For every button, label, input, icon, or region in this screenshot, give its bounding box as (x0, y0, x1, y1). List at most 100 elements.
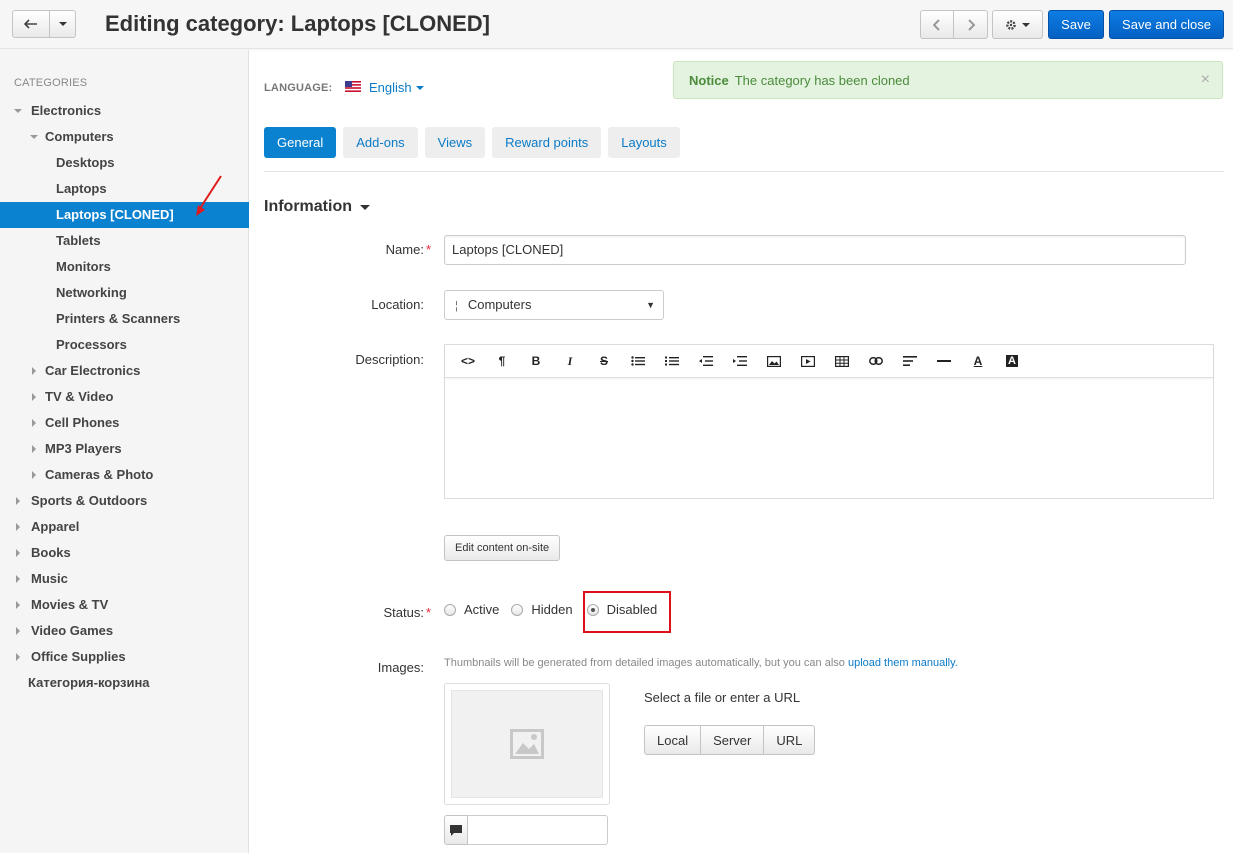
back-dropdown-button[interactable] (50, 10, 76, 38)
sidebar-heading: CATEGORIES (14, 77, 88, 89)
table-icon[interactable] (825, 349, 859, 373)
sidebar-item[interactable]: Sports & Outdoors (0, 488, 249, 514)
status-label: Status: * (271, 605, 431, 620)
sidebar-item[interactable]: Car Electronics (0, 358, 249, 384)
sidebar-item-label: Books (31, 545, 71, 560)
tab-views[interactable]: Views (424, 127, 486, 158)
language-selector[interactable]: English (369, 80, 424, 95)
location-select[interactable]: ¦ Computers ▼ (444, 290, 664, 320)
paragraph-icon[interactable]: ¶ (485, 349, 519, 373)
bulleted-list-icon[interactable] (621, 349, 655, 373)
sidebar-item[interactable]: Movies & TV (0, 592, 249, 618)
sidebar-item[interactable]: Printers & Scanners (0, 306, 249, 332)
collapse-toggle-icon[interactable] (32, 367, 36, 375)
numbered-list-icon[interactable] (655, 349, 689, 373)
collapse-toggle-icon[interactable] (16, 575, 20, 583)
collapse-toggle-icon[interactable] (16, 549, 20, 557)
collapse-toggle-icon[interactable] (16, 627, 20, 635)
sidebar-item-label: Office Supplies (31, 649, 126, 664)
sidebar-item[interactable]: MP3 Players (0, 436, 249, 462)
chevron-down-icon (1022, 22, 1030, 27)
collapse-toggle-icon[interactable] (32, 445, 36, 453)
editor-toolbar: <> ¶ B I S A A (445, 345, 1213, 378)
collapse-toggle-icon[interactable] (32, 419, 36, 427)
collapse-toggle-icon[interactable] (16, 601, 20, 609)
sidebar-item[interactable]: Cameras & Photo (0, 462, 249, 488)
sidebar-item[interactable]: Office Supplies (0, 644, 249, 670)
sidebar-item-label: Computers (45, 129, 114, 144)
sidebar-item-label: Категория-корзина (28, 675, 150, 690)
collapse-toggle-icon[interactable] (16, 523, 20, 531)
sidebar-item[interactable]: Video Games (0, 618, 249, 644)
italic-icon[interactable]: I (553, 349, 587, 373)
save-button[interactable]: Save (1048, 10, 1104, 39)
sidebar-item-label: Networking (56, 285, 127, 300)
sidebar-item[interactable]: Cell Phones (0, 410, 249, 436)
sidebar-item[interactable]: Категория-корзина (0, 670, 249, 696)
chevron-down-icon (360, 204, 370, 210)
status-active-radio[interactable] (444, 603, 456, 616)
status-hidden-label: Hidden (531, 602, 573, 617)
collapse-toggle-icon[interactable] (32, 471, 36, 479)
name-label-text: Name: (385, 242, 424, 257)
images-label: Images: (377, 660, 424, 675)
previous-button[interactable] (920, 10, 954, 39)
tab-reward-points[interactable]: Reward points (492, 127, 602, 158)
status-active-option[interactable]: Active (444, 602, 499, 617)
horizontal-rule-icon[interactable] (927, 349, 961, 373)
settings-dropdown-button[interactable] (992, 10, 1043, 39)
status-hidden-radio[interactable] (511, 603, 524, 616)
collapse-toggle-icon[interactable] (16, 497, 20, 505)
sidebar-item[interactable]: Tablets (0, 228, 249, 254)
next-button[interactable] (954, 10, 988, 39)
sidebar-item[interactable]: Computers (0, 124, 249, 150)
sidebar-item[interactable]: Apparel (0, 514, 249, 540)
tab-layouts[interactable]: Layouts (608, 127, 680, 158)
sidebar-item-label: Cell Phones (45, 415, 120, 430)
sidebar-item-label: MP3 Players (45, 441, 122, 456)
edit-content-onsite-button[interactable]: Edit content on-site (444, 535, 561, 561)
sidebar-item[interactable]: Monitors (0, 254, 249, 280)
background-color-icon[interactable]: A (995, 349, 1029, 373)
code-view-icon[interactable]: <> (451, 349, 485, 373)
sidebar-item-label: Sports & Outdoors (31, 493, 148, 508)
back-arrow-icon (24, 19, 37, 29)
align-left-icon[interactable] (893, 349, 927, 373)
sidebar-item[interactable]: Processors (0, 332, 249, 358)
bold-icon[interactable]: B (519, 349, 553, 373)
collapse-toggle-icon[interactable] (16, 653, 20, 661)
server-file-button[interactable]: Server (701, 725, 765, 755)
sidebar-item-label: Tablets (56, 233, 101, 248)
status-hidden-option[interactable]: Hidden (511, 602, 573, 617)
sidebar-item[interactable]: Electronics (0, 98, 249, 124)
sidebar-item[interactable]: Networking (0, 280, 249, 306)
strikethrough-icon[interactable]: S (587, 349, 621, 373)
link-icon[interactable] (859, 349, 893, 373)
url-file-button[interactable]: URL (764, 725, 816, 755)
tab-addons[interactable]: Add-ons (343, 127, 418, 158)
outdent-icon[interactable] (689, 349, 723, 373)
expand-toggle-icon[interactable] (14, 109, 22, 113)
upload-manually-link[interactable]: upload them manually. (848, 657, 958, 669)
video-icon[interactable] (791, 349, 825, 373)
collapse-toggle-icon[interactable] (32, 393, 36, 401)
tabs-divider (264, 171, 1224, 172)
image-icon[interactable] (757, 349, 791, 373)
save-and-close-button[interactable]: Save and close (1109, 10, 1224, 39)
close-icon[interactable]: × (1201, 71, 1210, 89)
indent-icon[interactable] (723, 349, 757, 373)
information-section-toggle[interactable]: Information (264, 198, 370, 216)
image-alt-input[interactable] (468, 815, 608, 845)
back-button[interactable] (12, 10, 50, 38)
sidebar-item[interactable]: TV & Video (0, 384, 249, 410)
name-input[interactable]: Laptops [CLONED] (444, 235, 1186, 265)
sidebar-item[interactable]: Books (0, 540, 249, 566)
sidebar-item[interactable]: Music (0, 566, 249, 592)
tab-general[interactable]: General (264, 127, 337, 158)
language-value: English (369, 80, 412, 95)
local-file-button[interactable]: Local (644, 725, 702, 755)
font-color-icon[interactable]: A (961, 349, 995, 373)
expand-toggle-icon[interactable] (30, 135, 38, 139)
notice-alert: Notice The category has been cloned × (673, 61, 1223, 99)
dropdown-arrow-icon: ▼ (646, 300, 655, 310)
